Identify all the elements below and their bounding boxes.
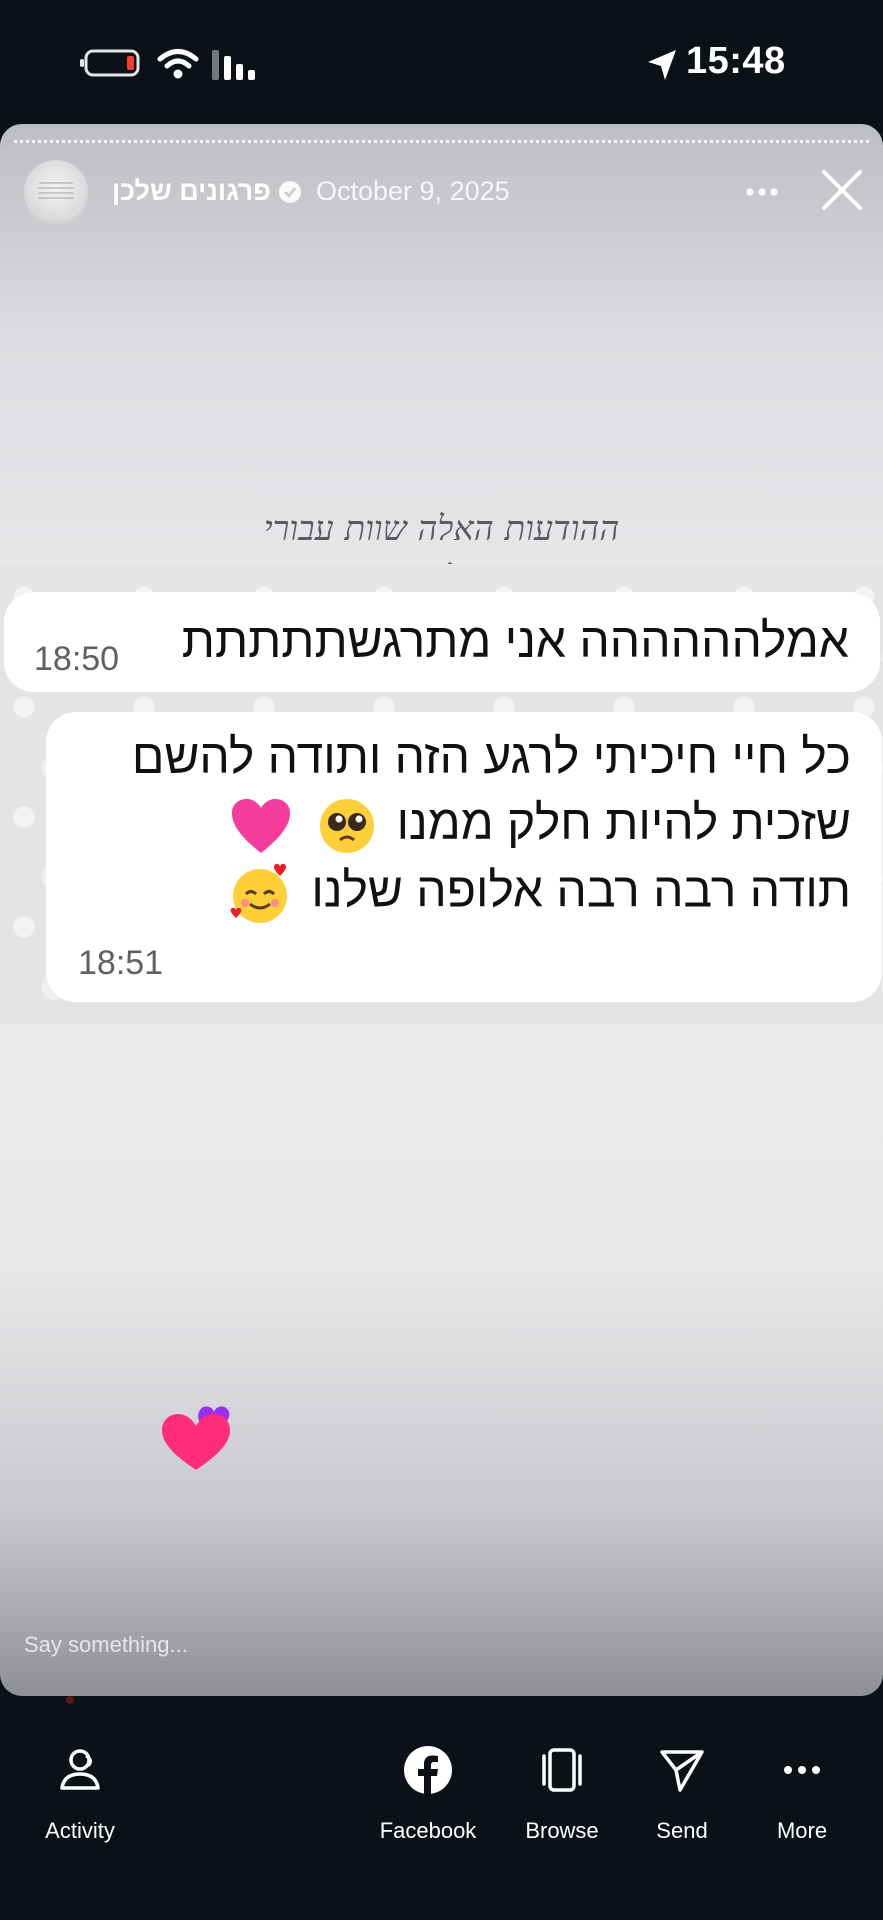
story-date: October 9, 2025 [316, 176, 510, 206]
notification-dot [66, 1696, 74, 1704]
more-icon [784, 1766, 820, 1774]
chat-message-1-time: 18:50 [34, 640, 120, 678]
chat-message-2-line-3: תודה רבה רבה אלופה שלנו [222, 862, 851, 926]
chat-message-2-line-1: כל חיי חיכיתי לרגע הזה ותודה להשם [131, 731, 851, 784]
verified-badge-icon [279, 181, 301, 203]
nav-activity[interactable]: Activity [20, 1744, 140, 1844]
wifi-icon [157, 49, 199, 79]
account-name[interactable]: פרגונים שלכן [112, 176, 271, 207]
signal-icon [212, 50, 255, 80]
chat-message-2-time: 18:51 [78, 944, 164, 982]
send-icon [660, 1750, 704, 1792]
heart-reaction-icon[interactable] [158, 1394, 238, 1474]
reply-input[interactable]: Say something... [24, 1632, 188, 1658]
nav-more-label: More [776, 1818, 828, 1843]
pleading-face-emoji-icon [320, 799, 375, 854]
nav-facebook[interactable]: Facebook [368, 1744, 488, 1844]
battery-icon [80, 49, 140, 77]
nav-browse-label: Browse [525, 1818, 599, 1843]
nav-browse[interactable]: Browse [502, 1744, 622, 1844]
smiling-face-with-hearts-emoji-icon [230, 863, 287, 923]
chat-message-2-line-3-text: תודה רבה רבה אלופה שלנו [311, 864, 851, 918]
caption-line-1: ההודעות האלה שוות עבורי [263, 509, 620, 549]
nav-activity-label: Activity [45, 1818, 115, 1843]
chat-message-2-line-2-text: שזכית להיות חלק ממנו [396, 797, 851, 850]
more-options-icon[interactable] [742, 180, 782, 204]
nav-facebook-label: Facebook [379, 1818, 477, 1843]
facebook-icon [404, 1746, 452, 1794]
location-arrow-icon [648, 50, 676, 80]
status-time: 15:48 [686, 40, 786, 82]
chat-message-2-line-2: שזכית להיות חלק ממנו [224, 796, 851, 856]
activity-icon [60, 1749, 100, 1790]
nav-send-label: Send [656, 1818, 708, 1843]
avatar-image [38, 182, 74, 202]
close-icon[interactable] [820, 168, 864, 212]
nav-more[interactable]: More [742, 1744, 862, 1844]
story-progress-bar [14, 140, 869, 148]
chat-message-1-text: אמלהההההה אני מתרגשתתתתת [181, 615, 849, 668]
browse-icon [542, 1748, 582, 1792]
pink-heart-emoji-icon [231, 799, 290, 854]
status-bar: 15:48 [0, 0, 883, 124]
nav-send[interactable]: Send [622, 1744, 742, 1844]
